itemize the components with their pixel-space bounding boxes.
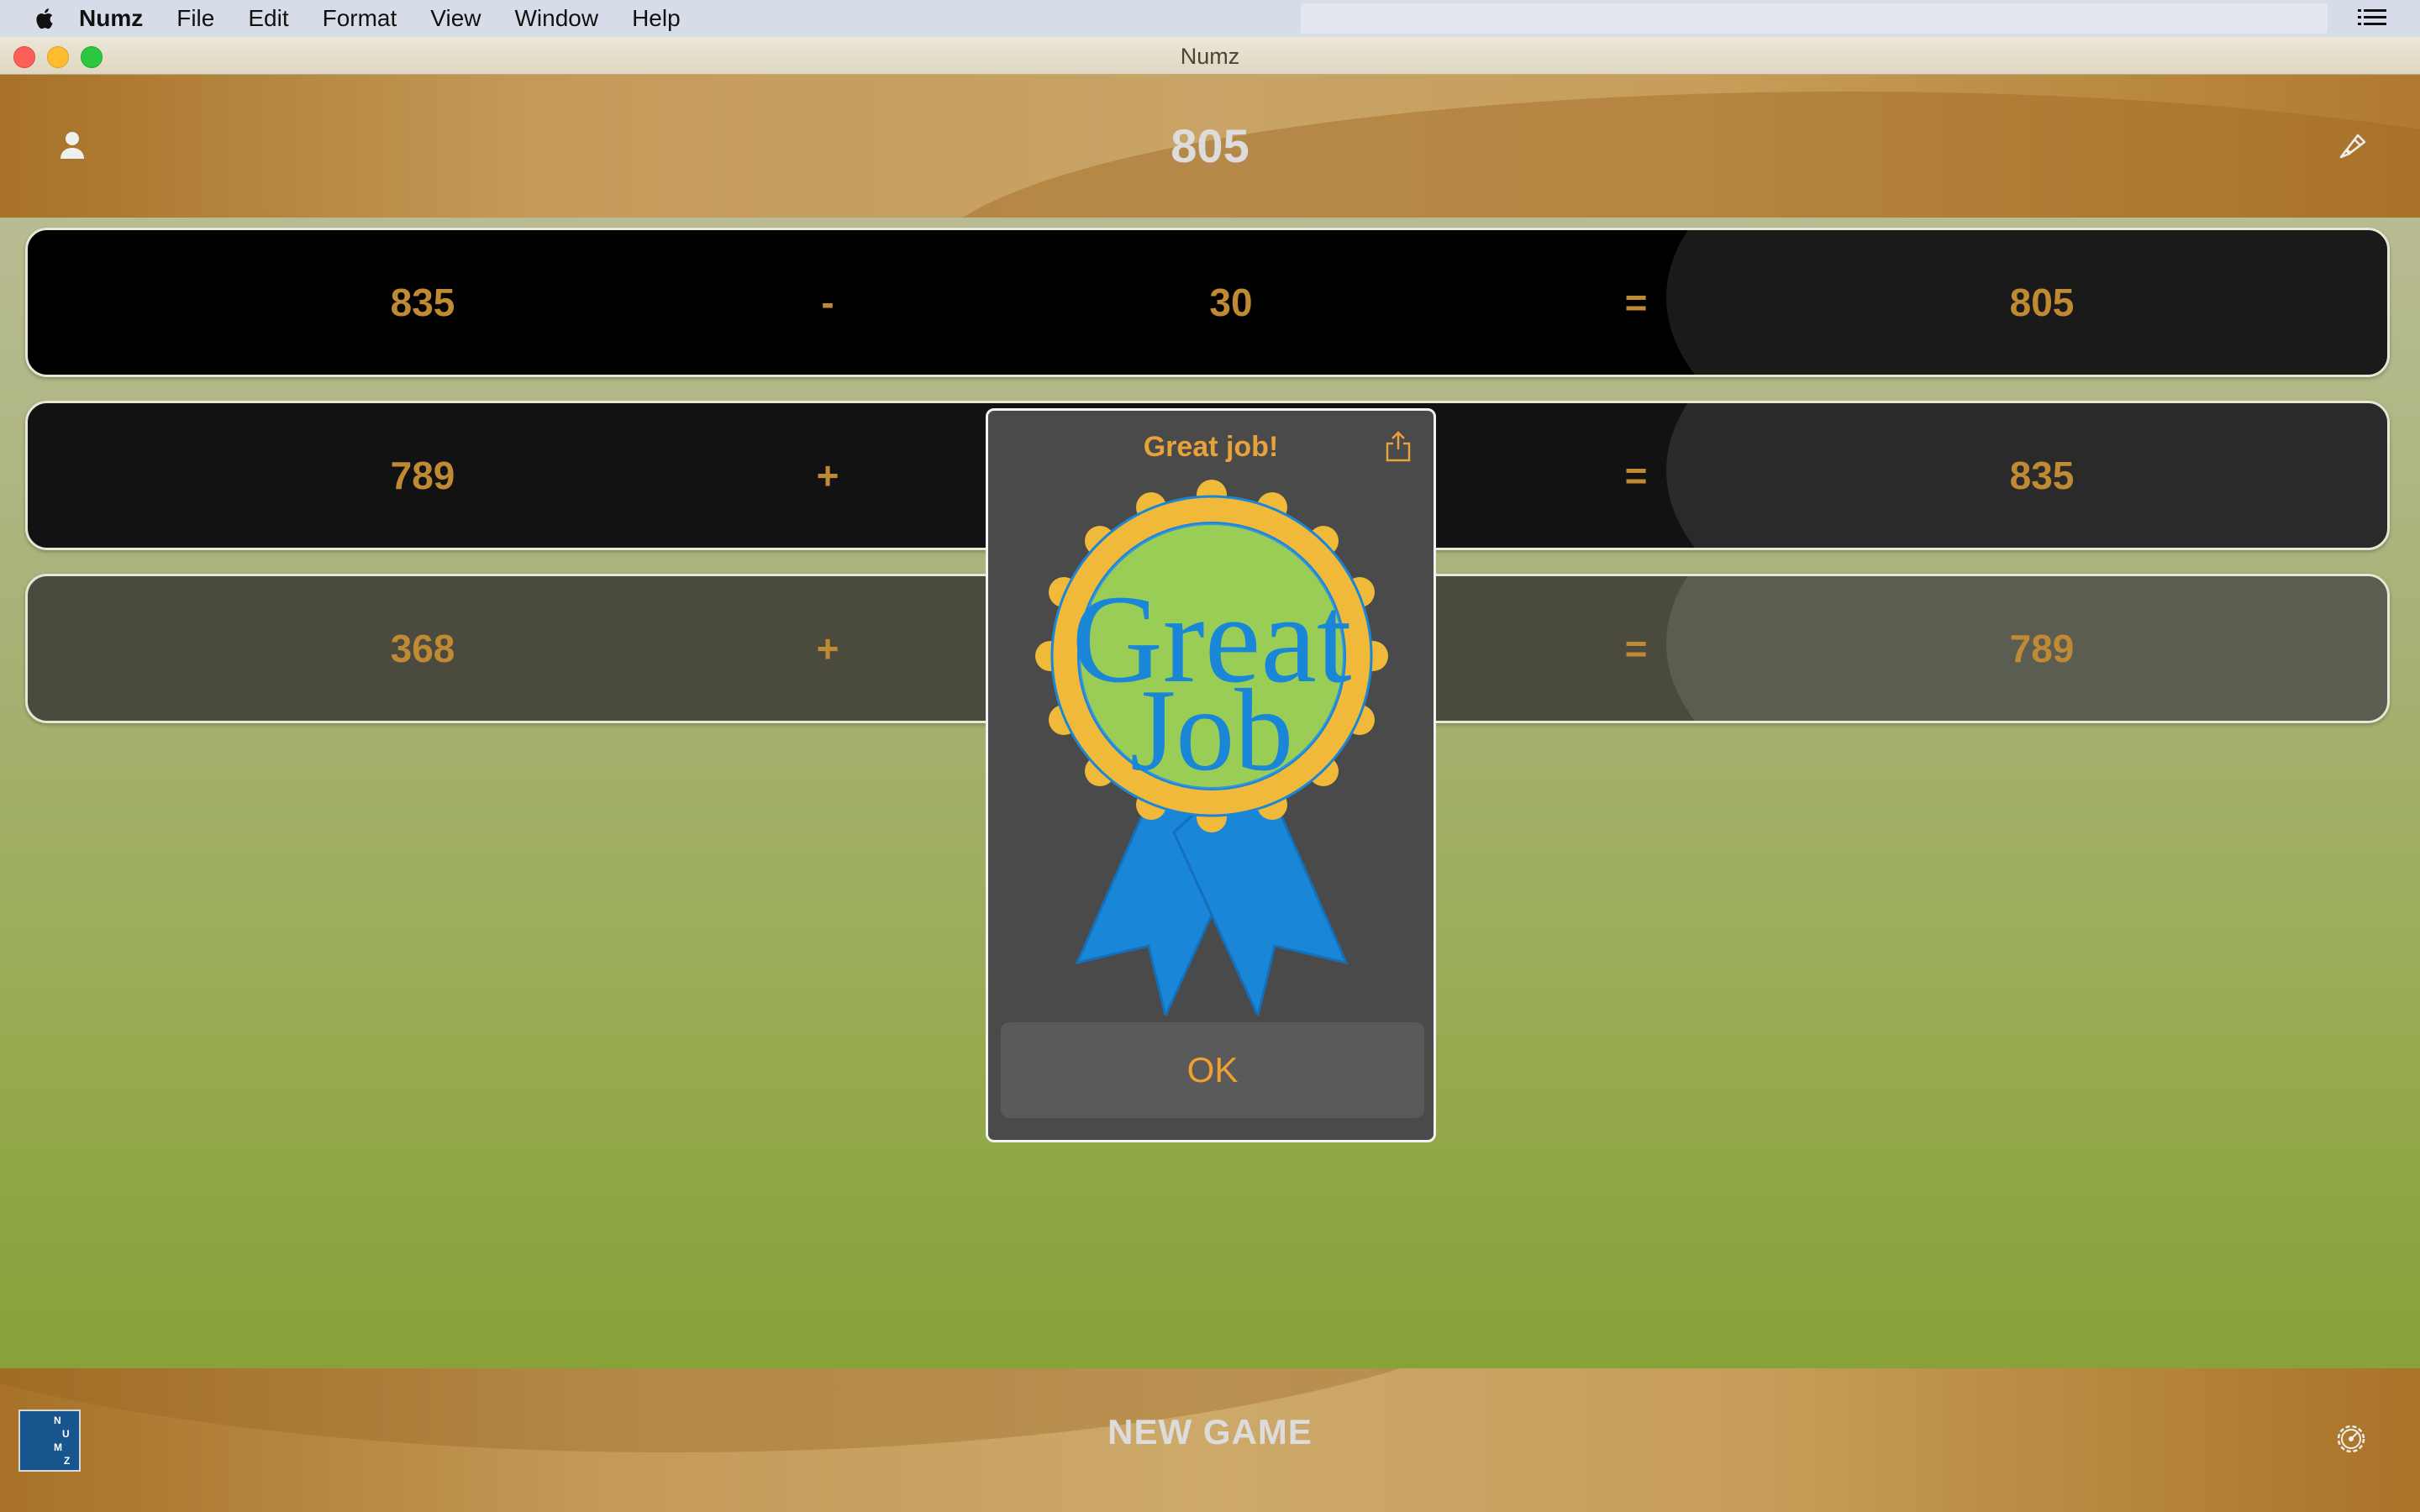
equation-row[interactable]: 835 - 30 = 805 bbox=[25, 228, 2390, 377]
operator[interactable]: + bbox=[735, 576, 920, 721]
badge-text-job: Job bbox=[1130, 665, 1293, 795]
control-center-list-icon[interactable] bbox=[2358, 7, 2386, 29]
menu-bar: Numz File Edit Format View Window Help bbox=[0, 0, 2420, 38]
great-job-award-badge: Great Job bbox=[1035, 480, 1388, 1016]
result-value: 835 bbox=[2009, 454, 2075, 497]
apple-menu-icon[interactable] bbox=[34, 7, 54, 30]
equals-sign: = bbox=[1624, 281, 1648, 324]
menu-edit[interactable]: Edit bbox=[248, 5, 288, 32]
operator[interactable]: - bbox=[735, 230, 920, 375]
logo-letter: Z bbox=[64, 1455, 71, 1467]
operand-a[interactable]: 789 bbox=[330, 403, 515, 548]
new-game-button[interactable]: NEW GAME bbox=[0, 1412, 2420, 1452]
equals-sign: = bbox=[1624, 454, 1648, 497]
menu-window[interactable]: Window bbox=[514, 5, 598, 32]
ok-button[interactable]: OK bbox=[1001, 1022, 1424, 1118]
footer-bar: N U M Z NEW GAME bbox=[0, 1368, 2420, 1512]
brush-icon[interactable] bbox=[2336, 129, 2370, 162]
header-bar: 805 bbox=[0, 75, 2420, 218]
menu-view[interactable]: View bbox=[430, 5, 481, 32]
menu-file[interactable]: File bbox=[176, 5, 214, 32]
window-title-bar: Numz bbox=[0, 37, 2420, 75]
share-icon[interactable] bbox=[1383, 429, 1413, 463]
menu-extras-area bbox=[1301, 3, 2328, 34]
operator[interactable]: + bbox=[735, 403, 920, 548]
operand-b[interactable]: 30 bbox=[1139, 230, 1323, 375]
gear-icon[interactable] bbox=[2334, 1422, 2368, 1456]
menu-format[interactable]: Format bbox=[323, 5, 397, 32]
result-value: 805 bbox=[2009, 281, 2075, 324]
target-number: 805 bbox=[1171, 119, 1249, 172]
operand-a[interactable]: 368 bbox=[330, 576, 515, 721]
menu-app-name[interactable]: Numz bbox=[79, 5, 143, 32]
result-value: 789 bbox=[2009, 627, 2075, 670]
great-job-dialog: Great job! Great Job OK bbox=[986, 408, 1436, 1142]
menu-help[interactable]: Help bbox=[632, 5, 681, 32]
equals-sign: = bbox=[1624, 627, 1648, 670]
dialog-title: Great job! bbox=[1143, 431, 1279, 463]
operand-a[interactable]: 835 bbox=[330, 230, 515, 375]
window-title: Numz bbox=[1180, 44, 1240, 69]
